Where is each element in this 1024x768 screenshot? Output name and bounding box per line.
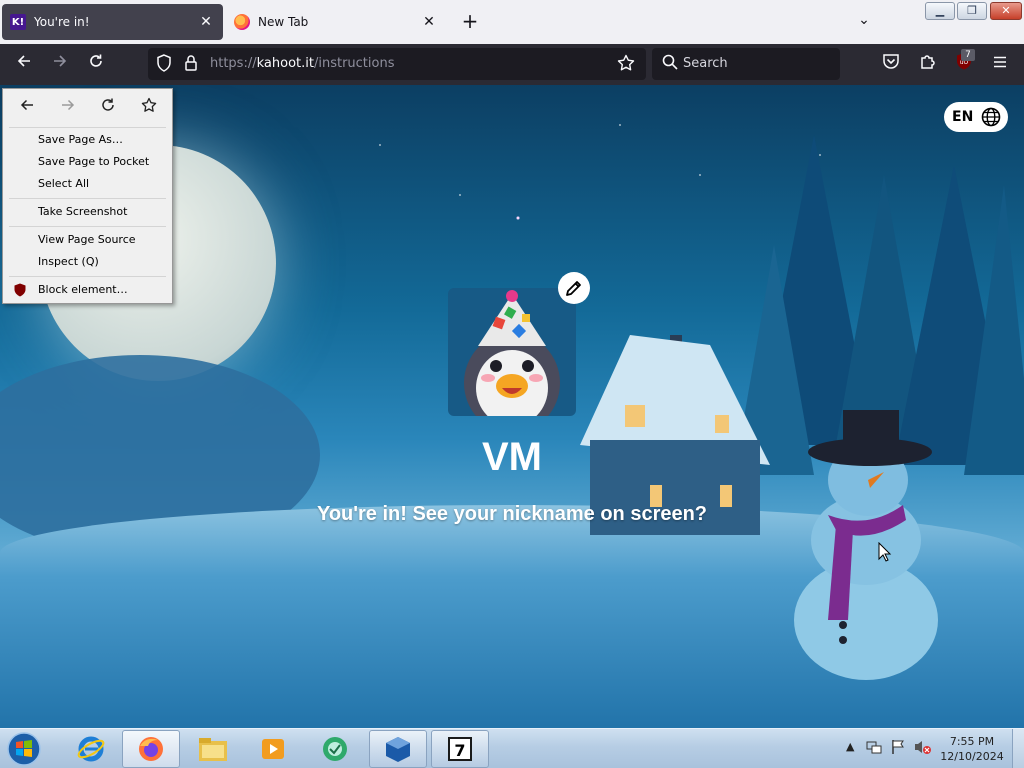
context-menu-navigation — [3, 89, 172, 125]
search-placeholder: Search — [683, 56, 728, 71]
menu-item-select-all[interactable]: Select All — [5, 174, 170, 194]
url-prefix: https:// — [210, 56, 257, 71]
tab-kahoot[interactable]: K! You're in! ✕ — [2, 4, 223, 40]
restore-window-button[interactable]: ❐ — [957, 2, 987, 20]
action-center-flag-icon[interactable] — [890, 739, 906, 767]
back-arrow-icon[interactable] — [11, 52, 37, 78]
reload-icon[interactable] — [83, 52, 109, 78]
kahoot-favicon-icon: K! — [10, 14, 26, 30]
edit-avatar-button[interactable] — [558, 272, 590, 304]
menu-item-block-element[interactable]: Block element… — [5, 280, 170, 300]
close-window-button[interactable]: ✕ — [990, 2, 1022, 20]
url-text[interactable]: https://kahoot.it/instructions — [210, 56, 394, 71]
language-code: EN — [952, 109, 974, 125]
clock-time: 7:55 PM — [949, 735, 995, 748]
start-button[interactable] — [4, 730, 44, 768]
hamburger-menu-icon[interactable] — [987, 52, 1013, 78]
extensions-puzzle-icon[interactable] — [915, 52, 941, 78]
tab-strip: K! You're in! ✕ New Tab ✕ + ⌄ ▁ ❐ ✕ — [0, 0, 1024, 44]
pencil-icon — [566, 281, 581, 296]
search-bar[interactable]: Search — [652, 48, 840, 80]
firefox-icon — [139, 737, 163, 761]
minimize-window-button[interactable]: ▁ — [925, 2, 955, 20]
show-hidden-icons-arrow-icon[interactable]: ▲ — [846, 740, 854, 768]
taskbar-internet-explorer[interactable] — [62, 730, 120, 768]
context-reload-icon[interactable] — [97, 97, 119, 119]
menu-item-view-page-source[interactable]: View Page Source — [5, 230, 170, 250]
context-back-arrow-icon[interactable] — [16, 97, 38, 119]
svg-text:7: 7 — [454, 741, 465, 760]
file-explorer-icon — [199, 738, 227, 761]
firefox-favicon-icon — [234, 14, 250, 30]
network-tray-icon[interactable] — [866, 739, 882, 767]
language-selector-button[interactable]: EN — [944, 102, 1008, 132]
network-app-icon — [323, 737, 347, 761]
taskbar-firefox[interactable] — [122, 730, 180, 768]
system-clock[interactable]: 7:55 PM 12/10/2024 — [937, 734, 1007, 764]
globe-icon — [981, 107, 1001, 127]
snowman-illustration — [794, 410, 938, 680]
player-nickname: VM — [482, 435, 542, 479]
taskbar-file-explorer[interactable] — [184, 730, 242, 768]
player-avatar — [448, 288, 576, 416]
ublock-count-badge: 7 — [961, 49, 975, 61]
bookmark-star-icon[interactable] — [616, 54, 636, 74]
menu-item-label: Block element… — [38, 283, 128, 296]
search-icon — [660, 54, 680, 74]
menu-item-take-screenshot[interactable]: Take Screenshot — [5, 202, 170, 222]
virtualbox-icon — [386, 737, 410, 762]
context-forward-arrow-icon[interactable] — [57, 97, 79, 119]
taskbar-network-app[interactable] — [306, 730, 364, 768]
url-bar[interactable]: https://kahoot.it/instructions — [148, 48, 646, 80]
url-host: kahoot.it — [256, 56, 314, 71]
tab-new-tab[interactable]: New Tab ✕ — [226, 4, 446, 40]
pocket-icon[interactable] — [878, 52, 904, 78]
context-menu: Save Page As… Save Page to Pocket Select… — [2, 88, 173, 304]
url-path: /instructions — [313, 56, 395, 71]
clock-date: 12/10/2024 — [940, 750, 1004, 763]
navigation-toolbar: https://kahoot.it/instructions Search uO… — [0, 44, 1024, 85]
close-tab-icon[interactable]: ✕ — [197, 14, 215, 30]
windows-taskbar: 7 ▲ 7:55 PM 12/10/2024 — [0, 728, 1024, 768]
menu-item-save-page-as[interactable]: Save Page As… — [5, 130, 170, 150]
penguin-party-hat-icon — [464, 290, 560, 416]
volume-muted-icon[interactable] — [914, 739, 932, 767]
new-tab-button[interactable]: + — [458, 10, 482, 34]
taskbar-7zip[interactable]: 7 — [431, 730, 489, 768]
menu-separator — [9, 127, 166, 128]
tab-title: New Tab — [258, 15, 309, 29]
show-desktop-button[interactable] — [1012, 729, 1024, 768]
ublock-origin-icon — [14, 283, 26, 297]
tab-title: You're in! — [34, 15, 90, 29]
7zip-icon: 7 — [448, 737, 472, 761]
join-confirmation-message: You're in! See your nickname on screen? — [316, 503, 708, 525]
mouse-cursor-icon — [878, 542, 892, 562]
internet-explorer-icon — [77, 736, 105, 762]
menu-item-save-to-pocket[interactable]: Save Page to Pocket — [5, 152, 170, 172]
tracking-protection-shield-icon[interactable] — [154, 54, 174, 74]
media-player-icon — [262, 739, 284, 759]
menu-separator — [9, 276, 166, 277]
close-tab-icon[interactable]: ✕ — [420, 14, 438, 30]
taskbar-media-player[interactable] — [244, 730, 302, 768]
forward-arrow-icon[interactable] — [47, 52, 73, 78]
menu-separator — [9, 198, 166, 199]
context-bookmark-star-icon[interactable] — [138, 97, 160, 119]
list-all-tabs-chevron-icon[interactable]: ⌄ — [852, 12, 876, 32]
taskbar-virtualbox[interactable] — [369, 730, 427, 768]
menu-separator — [9, 226, 166, 227]
lock-icon[interactable] — [181, 54, 201, 74]
windows-start-orb-icon — [7, 732, 41, 766]
menu-item-inspect[interactable]: Inspect (Q) — [5, 252, 170, 272]
